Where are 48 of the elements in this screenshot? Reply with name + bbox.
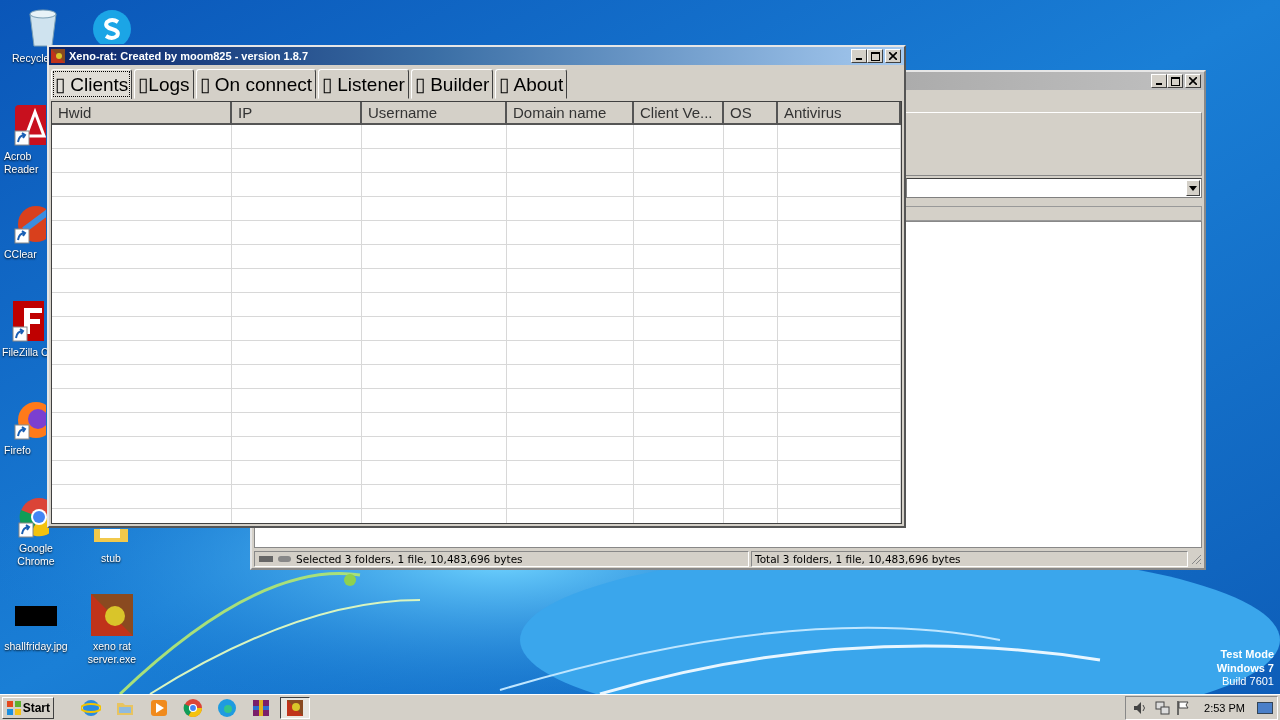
maximize-icon xyxy=(1170,76,1180,86)
program-icon[interactable] xyxy=(91,594,133,636)
icon-label: Firefo xyxy=(4,444,31,457)
close-icon xyxy=(889,52,897,60)
status-text: Total 3 folders, 1 file, 10,483,696 bytes xyxy=(755,553,961,565)
test-mode-notice: Test Mode Windows 7 Build 7601 xyxy=(1216,648,1274,689)
skype-icon[interactable] xyxy=(91,8,133,44)
acrobat-icon[interactable] xyxy=(14,104,46,146)
status-text: Selected 3 folders, 1 file, 10,483,696 bytes xyxy=(296,553,523,565)
tab[interactable]: ▯ Builder xyxy=(410,69,494,99)
internet-explorer-icon xyxy=(81,697,101,718)
minimize-button[interactable] xyxy=(851,49,867,63)
icon-label: CClear xyxy=(4,248,37,261)
window-title: Xeno-rat: Created by moom825 - version 1.8.7 xyxy=(69,50,309,62)
maximize-button[interactable] xyxy=(867,49,883,63)
filezilla-icon[interactable] xyxy=(12,300,44,342)
tab[interactable]: ▯Logs xyxy=(134,69,194,99)
icon-label: Google Chrome xyxy=(17,542,55,568)
icon-label: xeno rat server.exe xyxy=(87,640,137,666)
tab[interactable]: ▯ Clients xyxy=(51,69,133,99)
close-icon xyxy=(1189,77,1197,85)
start-button[interactable]: Start xyxy=(2,696,54,719)
maximize-button[interactable] xyxy=(1167,74,1183,88)
resize-grip-icon[interactable] xyxy=(1190,553,1202,565)
app-icon xyxy=(51,49,65,63)
icon-label: Acrob Reader xyxy=(4,150,39,176)
tab[interactable]: ▯ On connect xyxy=(195,69,316,99)
minimize-button[interactable] xyxy=(1151,74,1167,88)
caret-icon xyxy=(1189,185,1197,191)
dropdown-button[interactable] xyxy=(1186,180,1200,196)
drive-icon xyxy=(258,554,292,564)
icon-label: shallfriday.jpg xyxy=(4,640,68,653)
clock[interactable]: 2:53 PM xyxy=(1204,701,1245,714)
archive-icon xyxy=(251,697,271,718)
icon-label: stub xyxy=(101,552,121,565)
windows-logo-icon xyxy=(6,699,21,716)
network-icon[interactable] xyxy=(1154,699,1171,716)
maximize-icon xyxy=(870,51,880,61)
program-icon xyxy=(285,697,305,718)
close-button[interactable] xyxy=(885,49,901,63)
tab[interactable]: ▯ Listener xyxy=(318,69,409,99)
path-dropdown[interactable] xyxy=(906,178,1202,198)
edge-icon xyxy=(217,697,237,718)
tab[interactable]: ▯ About xyxy=(495,69,568,99)
flag-icon[interactable] xyxy=(1176,699,1191,716)
show-desktop-button[interactable] xyxy=(1257,701,1273,714)
close-button[interactable] xyxy=(1185,74,1201,88)
taskbar-button[interactable] xyxy=(280,696,310,719)
